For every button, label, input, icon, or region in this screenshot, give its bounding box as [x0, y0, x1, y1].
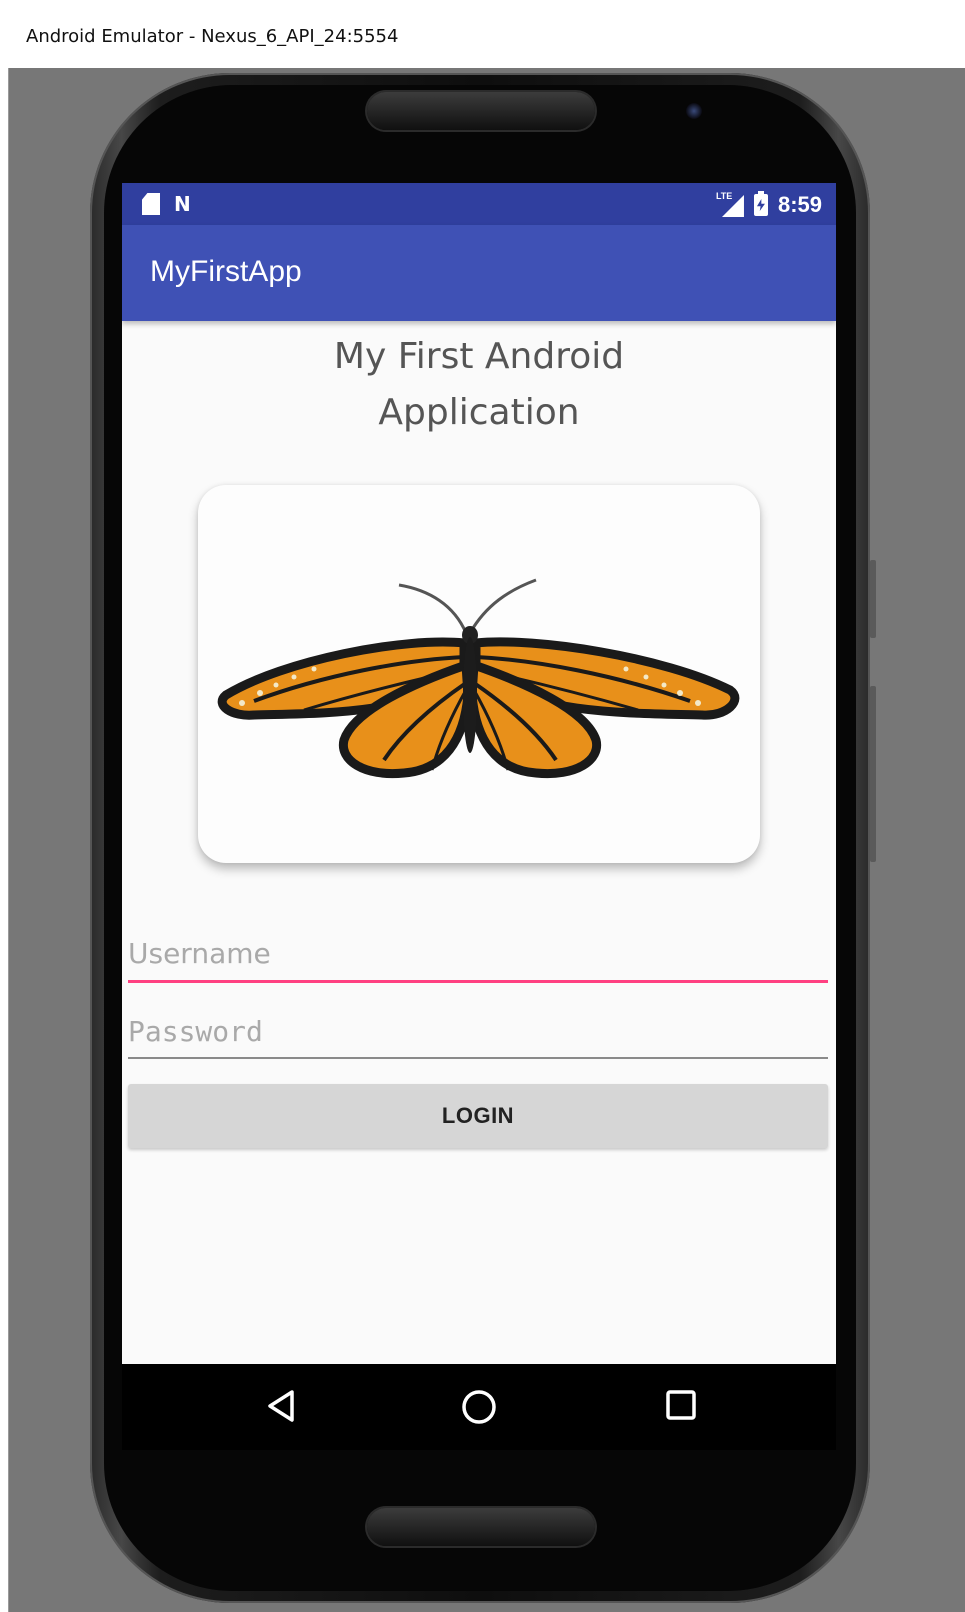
- app-title: MyFirstApp: [150, 255, 302, 288]
- password-field[interactable]: Password: [128, 1015, 263, 1048]
- butterfly-image: [217, 578, 740, 779]
- page-heading: My First Android Application: [122, 329, 836, 441]
- top-speaker: [367, 92, 595, 130]
- back-icon[interactable]: [264, 1388, 300, 1424]
- window-title: Android Emulator - Nexus_6_API_24:5554: [26, 26, 399, 47]
- username-underline: [128, 980, 828, 983]
- volume-button[interactable]: [870, 560, 876, 638]
- window-titlebar: Android Emulator - Nexus_6_API_24:5554: [8, 0, 965, 68]
- network-label: LTE: [715, 191, 733, 201]
- home-icon[interactable]: [460, 1388, 498, 1426]
- password-underline: [128, 1057, 828, 1059]
- app-bar: MyFirstApp: [122, 225, 836, 321]
- sd-card-icon: [142, 193, 160, 215]
- heading-line-1: My First Android: [333, 336, 625, 377]
- n-notification-icon: N: [174, 192, 191, 216]
- heading-line-2: Application: [378, 392, 580, 433]
- status-time: 8:59: [777, 192, 822, 217]
- recents-icon[interactable]: [664, 1388, 698, 1422]
- bottom-speaker: [367, 1508, 595, 1546]
- power-button[interactable]: [870, 686, 876, 862]
- battery-charging-icon: [753, 191, 768, 216]
- device-screen: N LTE 8:59 MyFirstApp My First Android A…: [122, 183, 836, 1450]
- username-field[interactable]: Username: [128, 937, 271, 970]
- navigation-bar: [122, 1364, 836, 1450]
- status-bar: N LTE 8:59: [122, 183, 836, 225]
- butterfly-image-card: [198, 485, 760, 863]
- login-button[interactable]: LOGIN: [128, 1084, 828, 1148]
- lte-signal-icon: LTE: [715, 191, 744, 217]
- front-camera: [686, 103, 702, 119]
